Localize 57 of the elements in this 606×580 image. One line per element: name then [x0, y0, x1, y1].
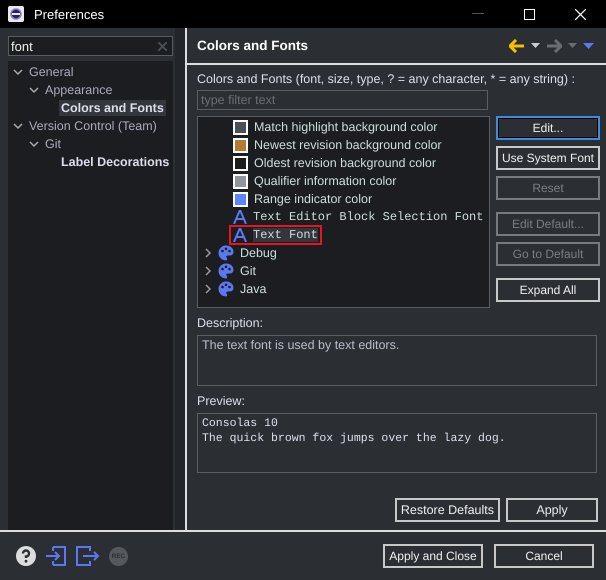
font-icon — [233, 228, 247, 242]
export-icon[interactable] — [76, 546, 100, 566]
preview-label: Preview: — [197, 394, 246, 408]
description-label: Description: — [197, 316, 264, 330]
font-icon — [233, 210, 247, 224]
side-button[interactable]: Expand All — [496, 278, 600, 302]
tree-item[interactable]: Range indicator color — [254, 192, 372, 206]
page-button[interactable]: Apply — [506, 498, 598, 522]
tree-item[interactable]: Colors and Fonts — [59, 100, 166, 116]
maximize-icon[interactable] — [524, 8, 535, 20]
help-icon[interactable] — [16, 546, 36, 566]
chevron-icon[interactable] — [205, 266, 212, 276]
tree-item[interactable]: Text Editor Block Selection Font — [253, 210, 484, 224]
tree-item[interactable]: Debug — [240, 246, 277, 260]
tree-item[interactable]: Text Font — [253, 228, 318, 242]
chevron-icon[interactable] — [13, 122, 23, 130]
palette-icon — [218, 263, 234, 279]
palette-icon — [218, 245, 234, 261]
chevron-icon[interactable] — [29, 140, 39, 148]
minimize-icon[interactable] — [472, 13, 484, 15]
window-title: Preferences — [34, 6, 104, 22]
tree-item[interactable]: Oldest revision background color — [254, 156, 436, 170]
tree-item[interactable]: General — [27, 64, 76, 80]
tree-item[interactable]: Newest revision background color — [254, 138, 442, 152]
back-arrow-icon[interactable] — [509, 38, 525, 52]
side-button[interactable]: Use System Font — [496, 146, 600, 170]
tree-item[interactable]: Version Control (Team) — [27, 118, 159, 134]
side-button[interactable]: Edit... — [496, 116, 600, 140]
dialog-button[interactable]: Cancel — [494, 544, 594, 568]
description-text: The text font is used by text editors. — [202, 338, 400, 352]
tree-item[interactable]: Git — [43, 136, 63, 152]
tree-item[interactable]: Qualifier information color — [254, 174, 396, 188]
close-icon[interactable] — [575, 8, 586, 20]
preview-line: The quick brown fox jumps over the lazy dog. — [202, 431, 507, 446]
app-icon — [8, 6, 24, 22]
import-icon[interactable] — [45, 546, 67, 566]
page-title: Colors and Fonts — [197, 38, 308, 53]
chevron-icon[interactable] — [13, 68, 23, 76]
intro-text: Colors and Fonts (font, size, type, ? = any character, * = any string) : — [197, 72, 576, 86]
search-text: font — [11, 38, 33, 54]
tree-item[interactable]: Java — [240, 282, 266, 296]
search-field[interactable]: font — [8, 36, 173, 56]
dropdown-icon[interactable] — [531, 43, 540, 48]
dialog-button[interactable]: Apply and Close — [383, 544, 483, 568]
palette-icon — [218, 281, 234, 297]
tree-item[interactable]: Match highlight background color — [254, 120, 438, 134]
forward-arrow-icon[interactable] — [546, 38, 562, 52]
page-button[interactable]: Restore Defaults — [394, 498, 500, 522]
preview-line: Consolas 10 — [202, 416, 279, 431]
tree-item[interactable]: Label Decorations — [59, 154, 172, 170]
filter-field[interactable]: type filter text — [197, 90, 488, 110]
chevron-icon[interactable] — [205, 284, 212, 294]
chevron-icon[interactable] — [29, 86, 39, 94]
tree-item[interactable]: Git — [240, 264, 256, 278]
view-menu-icon[interactable] — [583, 42, 594, 48]
chevron-icon[interactable] — [205, 248, 212, 258]
tree-item[interactable]: Appearance — [43, 82, 114, 98]
